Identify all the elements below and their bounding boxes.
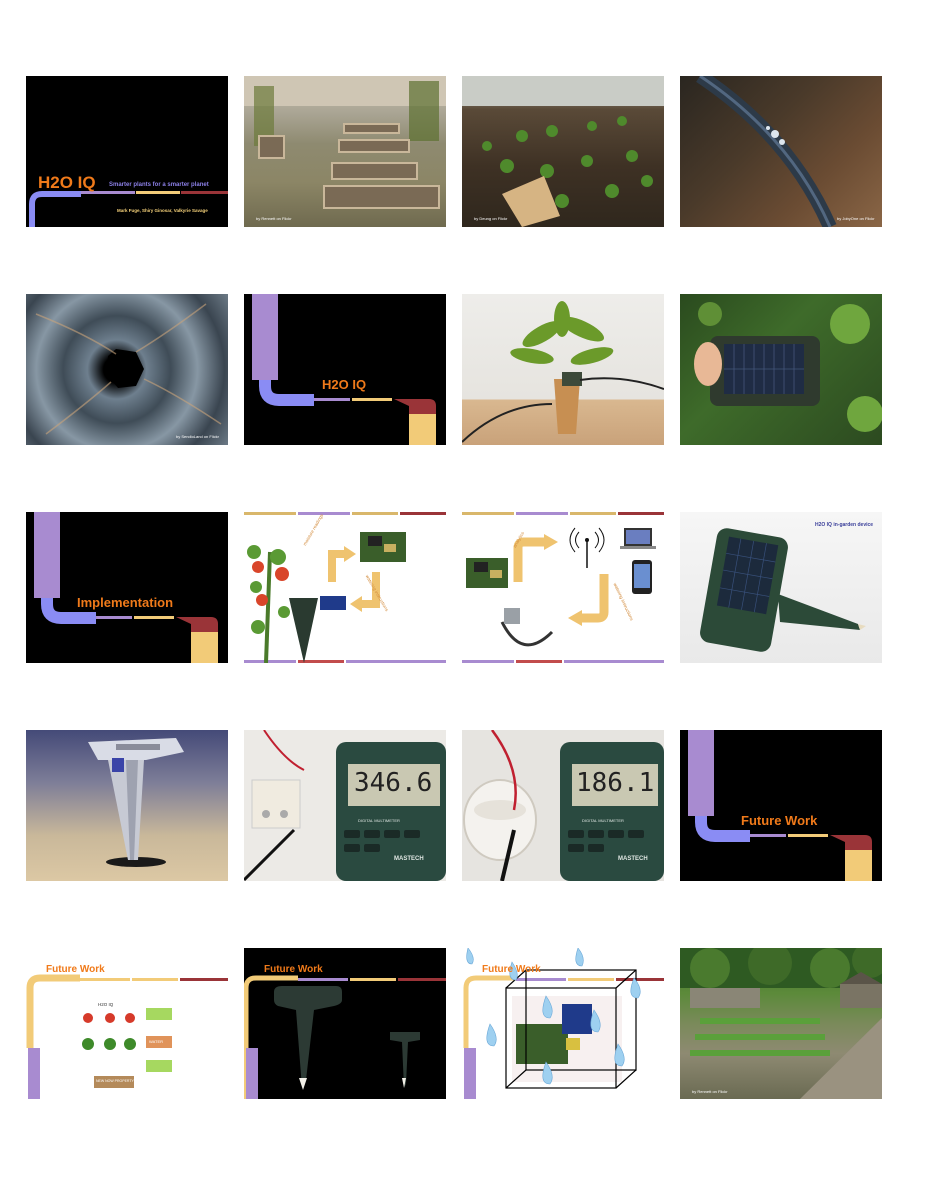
slide-terraced-garden-photo[interactable]: by Rennett on Flickr [680, 948, 882, 1099]
slide-drip-hose-photo[interactable]: by JobyOne on Flickr [680, 76, 882, 227]
section-bars [688, 730, 872, 881]
photo-credit: by SendioLand on Flickr [176, 434, 219, 439]
photo-credit: by Rennett on Flickr [692, 1089, 728, 1094]
slide-future-work-waterproof[interactable]: Future Work [462, 948, 664, 1099]
photo-credit: by Rennett on Flickr [256, 216, 292, 221]
title-bars [29, 191, 228, 227]
slide-multimeter-186[interactable]: 186.1 DIGITAL MULTIMETER MASTECH [462, 730, 664, 881]
meter-label: DIGITAL MULTIMETER [358, 818, 400, 823]
photo-credit: by Deung on Flickr [474, 216, 508, 221]
slide-cad-sensor-render[interactable] [26, 730, 228, 881]
section-bars [252, 294, 436, 445]
potted-plant-illustration [462, 301, 664, 443]
slide-section-h2oiq[interactable]: H2O IQ [244, 294, 446, 445]
slide-multimeter-346[interactable]: 346.6 DIGITAL MULTIMETER MASTECH [244, 730, 446, 881]
garden-beds-illustration [244, 76, 446, 209]
section-title: Future Work [741, 813, 818, 828]
slide-section-implementation[interactable]: Implementation [26, 512, 228, 663]
device-label: H2O IQ in-garden device [815, 522, 874, 528]
meter-label: DIGITAL MULTIMETER [582, 818, 624, 823]
slide-title-text: H2O IQ [38, 173, 96, 192]
spiral-illustration [35, 303, 222, 435]
drip-hose-illustration [696, 76, 837, 227]
terraced-garden-illustration [680, 948, 882, 1099]
slide-in-garden-device[interactable]: H2O IQ in-garden device [680, 512, 882, 663]
slide-section-future-work[interactable]: Future Work [680, 730, 882, 881]
slide-authors: Mark Fuge, Shiry Ginosar, Valkyrie Savag… [117, 208, 208, 213]
section-title: Implementation [77, 595, 174, 610]
app-button-water: WATER [149, 1039, 163, 1044]
diagram-sensor-server [244, 512, 446, 663]
slide-subtitle: Smarter plants for a smarter planet [109, 182, 209, 188]
slide-spiral-photo[interactable]: by SendioLand on Flickr [26, 294, 228, 445]
seedlings-illustration [462, 76, 664, 227]
slide-future-work-sensors[interactable]: Future Work [244, 948, 446, 1099]
garden-device-illustration [700, 528, 866, 652]
slide-potted-plant-photo[interactable] [462, 294, 664, 445]
slide-future-work-app[interactable]: Future Work H2O IQ WATER NEW NOW PROPERT… [26, 948, 228, 1099]
slide-greenhouse-seedlings-photo[interactable]: by Deung on Flickr [462, 76, 664, 227]
app-title: H2O IQ [98, 1002, 114, 1007]
solar-sensor-illustration [694, 302, 882, 432]
meter-brand: MASTECH [618, 856, 648, 862]
slide-title[interactable]: H2O IQ Smarter plants for a smarter plan… [26, 76, 228, 227]
photo-credit: by JobyOne on Flickr [837, 216, 875, 221]
slide-heading: Future Work [482, 964, 541, 975]
meter-reading: 186.1 [576, 768, 655, 798]
slide-heading: Future Work [46, 964, 105, 975]
slide-server-to-devices-diagram[interactable]: analytics watering instructions [462, 512, 664, 663]
cad-sensor-illustration [88, 738, 184, 867]
slide-garden-beds-photo[interactable]: by Rennett on Flickr [244, 76, 446, 227]
meter-brand: MASTECH [394, 856, 424, 862]
section-bars [34, 512, 218, 663]
slide-heading: Future Work [264, 964, 323, 975]
app-button-new: NEW NOW PROPERTY [96, 1079, 134, 1083]
slide-sensor-to-server-diagram[interactable]: moisture readings watering instructions [244, 512, 446, 663]
diagram-server-devices [462, 512, 664, 663]
section-title: H2O IQ [322, 377, 367, 392]
meter-reading: 346.6 [354, 768, 433, 798]
slide-solar-sensor-hand-photo[interactable] [680, 294, 882, 445]
